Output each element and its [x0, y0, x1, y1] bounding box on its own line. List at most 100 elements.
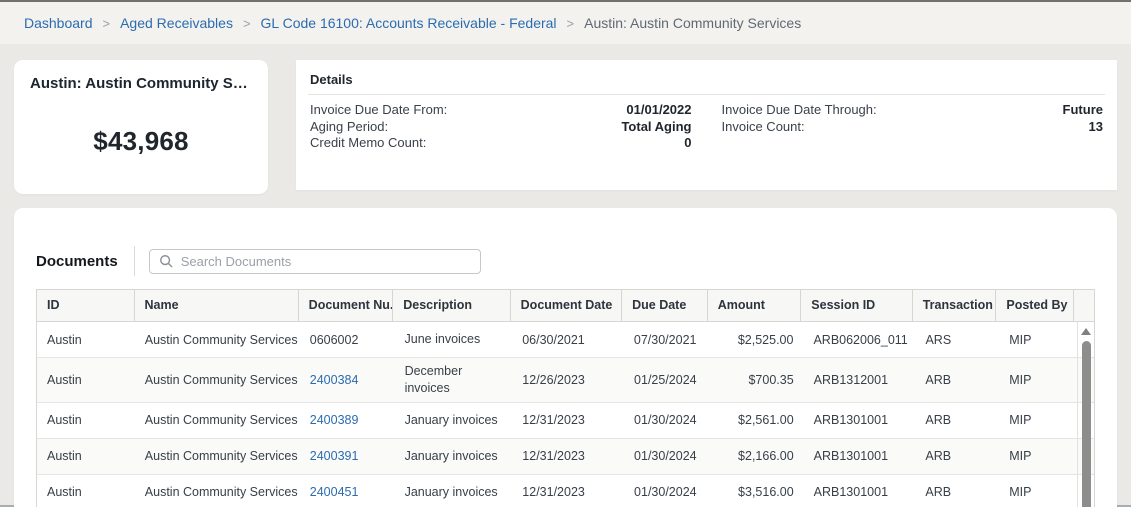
details-value: Future [1063, 102, 1103, 119]
table-row: AustinAustin Community Services 2400451 Ja… [37, 475, 1094, 507]
cell-session_id: ARB1301001 [804, 441, 916, 471]
toolbar-divider [134, 246, 135, 276]
cell-due_date: 01/25/2024 [624, 365, 710, 395]
cell-amount: $700.35 [710, 365, 804, 395]
breadcrumb: Dashboard>Aged Receivables>GL Code 16100… [0, 2, 1131, 44]
cell-document_date: 06/30/2021 [512, 325, 624, 355]
document-number-link[interactable]: 2400391 [310, 449, 359, 463]
cell-session_id: ARB1301001 [804, 477, 916, 507]
table-row: AustinAustin Community Services2400384De… [37, 358, 1094, 403]
cell-id: Austin [37, 325, 135, 355]
table-row: AustinAustin Community Services 2400389 Ja… [37, 403, 1094, 439]
table-header-row: IDNameDocument Nu...DescriptionDocument … [37, 290, 1094, 322]
details-label: Invoice Count: [722, 119, 805, 136]
cell-document_date: 12/31/2023 [512, 477, 624, 507]
cell-transaction_source: ARB [915, 405, 999, 435]
details-row: Credit Memo Count: 0 [310, 135, 692, 152]
cell-id: Austin [37, 405, 135, 435]
cell-transaction_source: ARS [915, 325, 999, 355]
search-icon [159, 254, 173, 268]
cell-transaction_source: ARB [915, 365, 999, 395]
cell-id: Austin [37, 441, 135, 471]
scroll-up-arrow-icon[interactable] [1081, 328, 1091, 335]
cell-id: Austin [37, 365, 135, 395]
cell-session_id: ARB1301001 [804, 405, 916, 435]
details-row: Invoice Due Date From:01/01/2022 [310, 102, 692, 119]
breadcrumb-item-1[interactable]: Dashboard [24, 15, 93, 31]
cell-due_date: 07/30/2021 [624, 325, 710, 355]
column-header-description[interactable]: Description [393, 290, 510, 321]
cell-name: Austin Community Services [135, 405, 300, 435]
column-header-amount[interactable]: Amount [708, 290, 802, 321]
details-value: Total Aging [621, 119, 691, 136]
cell-transaction_source: ARB [915, 441, 999, 471]
cell-description: December invoices [395, 358, 513, 402]
cell-posted_by: MIP [999, 365, 1077, 395]
details-row: Aging Period:Total Aging [310, 119, 692, 136]
table-body: AustinAustin Community Services0606002Ju… [37, 322, 1094, 507]
details-row: Invoice Count: 13 [722, 119, 1104, 136]
search-input[interactable] [181, 254, 471, 269]
cell-description: January invoices [395, 479, 513, 506]
cell-name: Austin Community Services [135, 441, 300, 471]
details-label: Credit Memo Count: [310, 135, 426, 152]
cell-description: January invoices [395, 443, 513, 470]
cell-document_date: 12/26/2023 [512, 365, 624, 395]
details-columns: Invoice Due Date From:01/01/2022Aging Pe… [308, 102, 1105, 152]
documents-table: IDNameDocument Nu...DescriptionDocument … [36, 289, 1095, 507]
column-header-due_date[interactable]: Due Date [622, 290, 708, 321]
cell-document_number: 0606002 [300, 325, 395, 355]
details-label: Invoice Due Date From: [310, 102, 447, 119]
cell-document_number: 2400391 [300, 441, 395, 471]
column-header-transaction_source[interactable]: Transaction So... [913, 290, 997, 321]
cell-document_date: 12/31/2023 [512, 441, 624, 471]
cell-due_date: 01/30/2024 [624, 405, 710, 435]
cell-document_date: 12/31/2023 [512, 405, 624, 435]
top-row: Austin: Austin Community Services $43,96… [14, 60, 1117, 194]
cell-posted_by: MIP [999, 325, 1077, 355]
scroll-thumb[interactable] [1082, 341, 1091, 507]
breadcrumb-item-2[interactable]: Aged Receivables [120, 15, 233, 31]
table-row: AustinAustin Community Services 2400391 Ja… [37, 439, 1094, 475]
documents-title: Documents [36, 253, 118, 270]
cell-posted_by: MIP [999, 477, 1077, 507]
breadcrumb-item-3[interactable]: GL Code 16100: Accounts Receivable - Fed… [261, 15, 557, 31]
cell-posted_by: MIP [999, 441, 1077, 471]
cell-due_date: 01/30/2024 [624, 441, 710, 471]
details-value: 0 [684, 135, 691, 152]
cell-description: June invoices [395, 326, 513, 353]
documents-panel: Documents IDNameDocument Nu...Descriptio… [14, 208, 1117, 507]
cell-document_number: 2400384 [300, 365, 395, 395]
column-header-session_id[interactable]: Session ID [801, 290, 912, 321]
search-box[interactable] [149, 249, 481, 274]
cell-name: Austin Community Services [135, 325, 300, 355]
document-number-link[interactable]: 2400389 [310, 413, 359, 427]
cell-amount: $2,561.00 [710, 405, 804, 435]
summary-card: Austin: Austin Community Services $43,96… [14, 60, 268, 194]
breadcrumb-item-4: Austin: Austin Community Services [584, 15, 801, 31]
cell-document_number: 2400389 [300, 405, 395, 435]
details-label: Invoice Due Date Through: [722, 102, 877, 119]
cell-description: January invoices [395, 407, 513, 434]
cell-name: Austin Community Services [135, 477, 300, 507]
column-header-id[interactable]: ID [37, 290, 135, 321]
summary-card-amount: $43,968 [30, 126, 252, 157]
cell-id: Austin [37, 477, 135, 507]
documents-toolbar: Documents [36, 246, 1095, 276]
details-value: 13 [1089, 119, 1103, 136]
document-number-link[interactable]: 2400451 [310, 485, 359, 499]
cell-amount: $2,166.00 [710, 441, 804, 471]
breadcrumb-separator: > [243, 16, 251, 31]
document-number-link[interactable]: 2400384 [310, 373, 359, 387]
details-panel: Details Invoice Due Date From:01/01/2022… [296, 60, 1117, 190]
column-header-name[interactable]: Name [135, 290, 299, 321]
cell-posted_by: MIP [999, 405, 1077, 435]
details-right-column: Invoice Due Date Through:FutureInvoice C… [722, 102, 1104, 152]
cell-due_date: 01/30/2024 [624, 477, 710, 507]
column-header-document_date[interactable]: Document Date [511, 290, 622, 321]
details-title: Details [308, 70, 1105, 95]
column-header-posted_by[interactable]: Posted By [996, 290, 1074, 321]
cell-session_id: ARB1312001 [804, 365, 916, 395]
table-scrollbar[interactable] [1077, 321, 1094, 507]
column-header-document_number[interactable]: Document Nu... [299, 290, 394, 321]
